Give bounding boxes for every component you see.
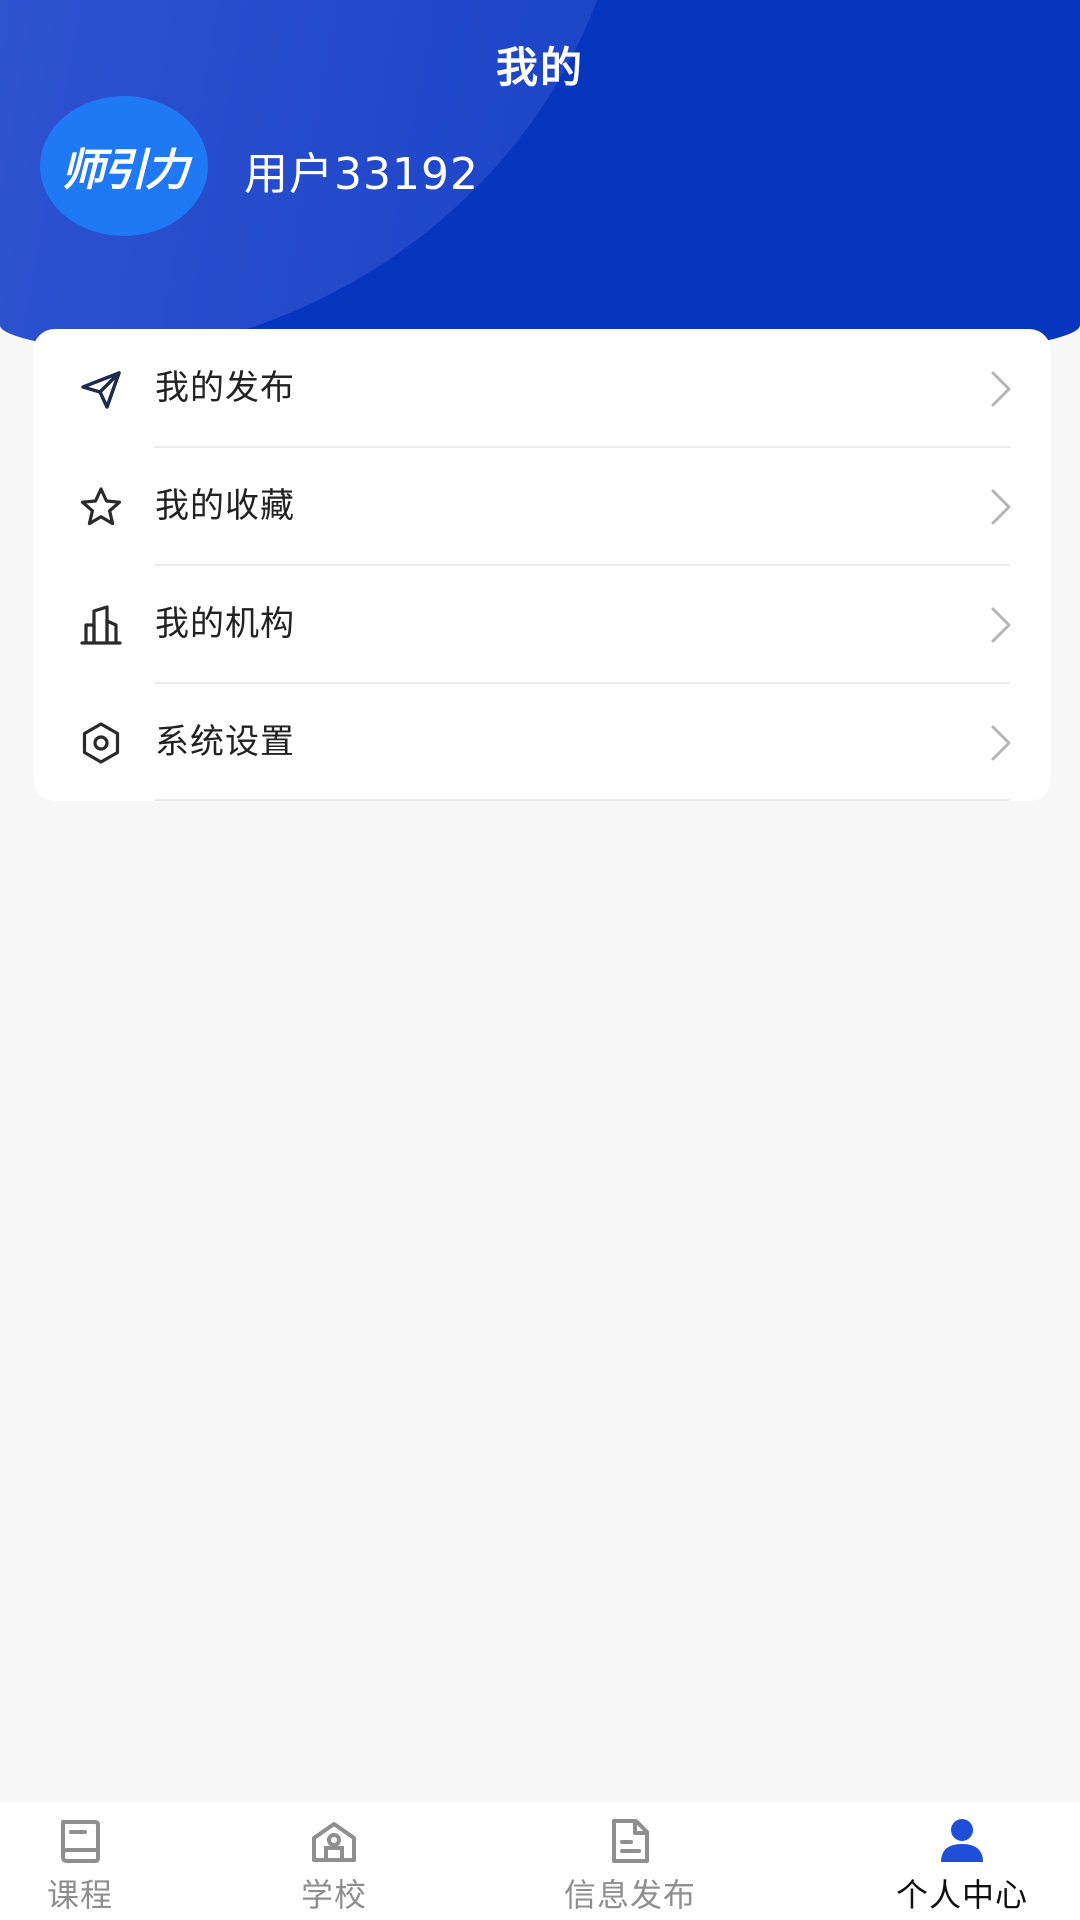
avatar-logo: 师引力	[61, 145, 189, 196]
tab-label: 学校	[300, 1876, 367, 1914]
star-icon	[80, 487, 122, 526]
book-icon	[61, 1820, 100, 1863]
profile-header: 我的 师引力 用户33192	[0, 0, 1080, 370]
tab-label: 个人中心	[895, 1876, 1028, 1914]
send-icon	[81, 371, 121, 409]
menu-item-label: 我的发布	[155, 368, 295, 408]
menu-item-my-institution[interactable]: 我的机构	[33, 565, 1051, 683]
avatar[interactable]: 师引力	[40, 96, 208, 236]
menu-item-system-settings[interactable]: 系统设置	[33, 683, 1051, 801]
chevron-right-icon	[991, 489, 1011, 525]
menu-card: 我的发布 我的收藏 我的机构 系统设置	[33, 329, 1051, 801]
tab-label: 信息发布	[563, 1876, 696, 1914]
divider	[154, 799, 1010, 801]
page-title: 我的	[495, 43, 584, 92]
menu-item-label: 系统设置	[155, 722, 295, 762]
menu-item-label: 我的收藏	[155, 486, 295, 526]
document-icon	[612, 1819, 649, 1863]
settings-hexagon-icon	[82, 722, 120, 764]
tab-label: 课程	[46, 1876, 113, 1914]
menu-item-label: 我的机构	[155, 604, 295, 644]
tab-info-publish[interactable]: 信息发布	[540, 1802, 720, 1920]
bottom-tab-bar: 课程 学校 信息发布 个人中心	[0, 1802, 1080, 1920]
username[interactable]: 用户33192	[244, 138, 479, 202]
profile-page: 我的 师引力 用户33192 我的发布 我的收藏 我的机构 系统设置 课程 学校…	[0, 0, 1080, 1920]
tab-schools[interactable]: 学校	[274, 1802, 394, 1920]
tab-personal-center[interactable]: 个人中心	[872, 1802, 1052, 1920]
chevron-right-icon	[991, 607, 1011, 643]
menu-item-my-posts[interactable]: 我的发布	[33, 329, 1051, 447]
chevron-right-icon	[991, 725, 1011, 761]
chevron-right-icon	[991, 371, 1011, 407]
menu-item-my-favorites[interactable]: 我的收藏	[33, 447, 1051, 565]
building-icon	[80, 605, 122, 645]
tab-courses[interactable]: 课程	[20, 1802, 140, 1920]
school-icon	[312, 1822, 356, 1862]
person-icon	[941, 1819, 983, 1862]
